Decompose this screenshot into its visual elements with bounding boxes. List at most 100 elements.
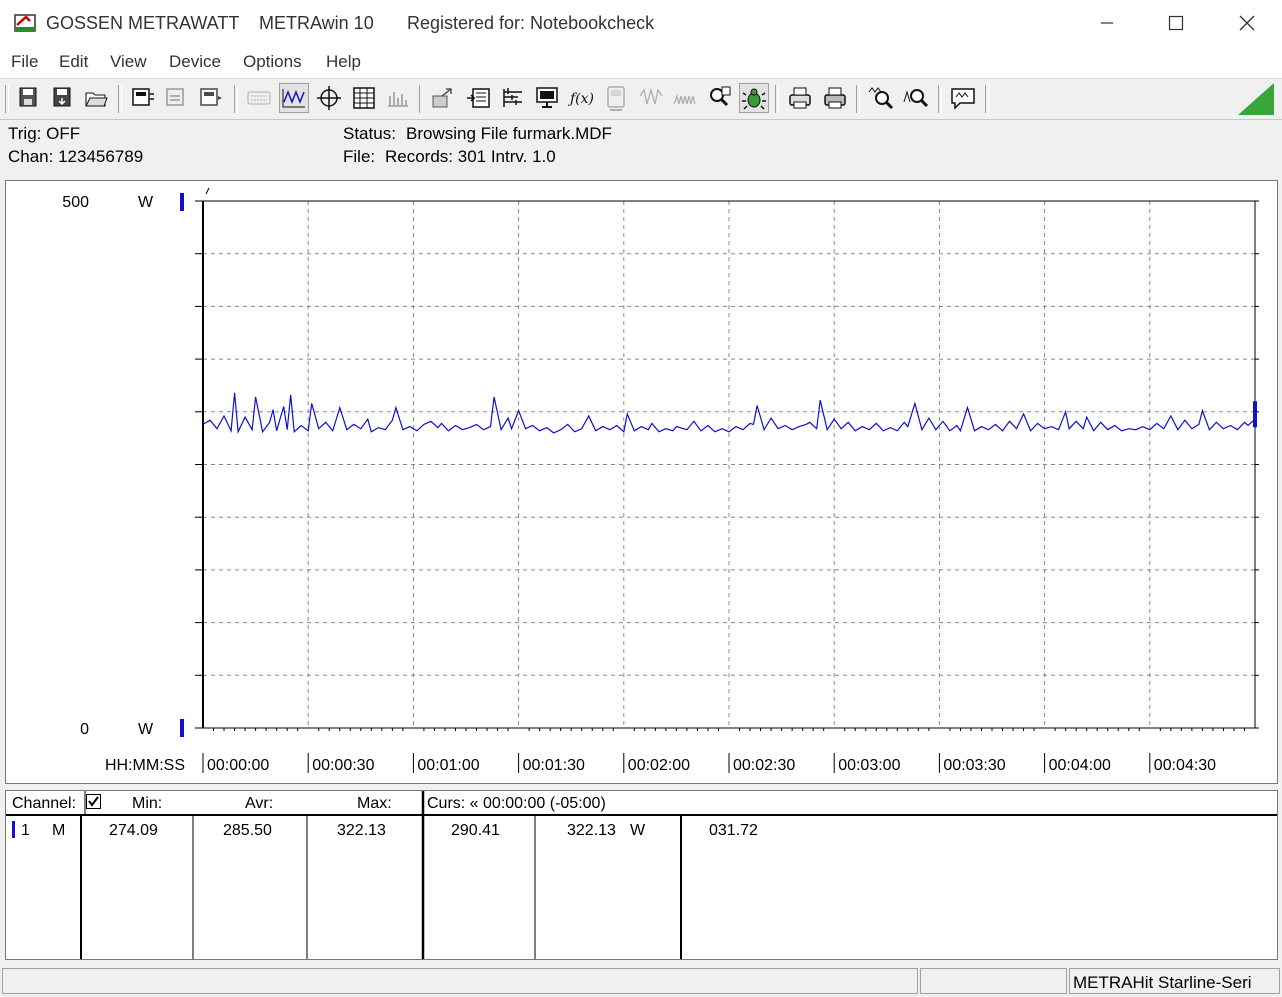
menu-bar: File Edit View Device Options Help xyxy=(0,46,1282,79)
header-cursor: Curs: « 00:00:00 (-05:00) xyxy=(427,795,606,812)
toolbar-button-device-config[interactable] xyxy=(162,83,192,113)
minimize-icon xyxy=(1101,22,1113,24)
waveform-view-icon xyxy=(282,89,305,108)
toolbar-button-bug[interactable] xyxy=(739,83,769,113)
row-unit: W xyxy=(630,822,646,839)
toolbar-button-list[interactable] xyxy=(498,83,528,113)
toolbar-button-bar-view[interactable] xyxy=(383,83,413,113)
toolbar-button-zoom-out[interactable] xyxy=(901,83,931,113)
y-max-label: 500 xyxy=(62,194,89,211)
header-max: Max: xyxy=(357,795,392,812)
svg-text:ƒ(x): ƒ(x) xyxy=(568,91,594,107)
menu-view[interactable]: View xyxy=(110,52,147,72)
signal-icon xyxy=(673,93,696,105)
y-unit-bottom: W xyxy=(138,721,154,738)
x-tick-label: 00:01:30 xyxy=(523,757,585,774)
x-tick-label: 00:00:00 xyxy=(207,757,269,774)
header-channel: Channel: xyxy=(12,795,77,812)
cursor-marker xyxy=(1253,401,1257,428)
toolbar-button-device-write[interactable] xyxy=(196,83,226,113)
x-tick-label: 00:04:30 xyxy=(1154,757,1216,774)
print-preview-icon xyxy=(789,87,811,109)
menu-device[interactable]: Device xyxy=(169,52,221,72)
bug-icon xyxy=(742,88,766,110)
toolbar-separator xyxy=(856,85,860,113)
window-title-brand: GOSSEN METRAWATT xyxy=(46,13,240,33)
toolbar-button-trigger[interactable] xyxy=(636,83,666,113)
close-button[interactable] xyxy=(1212,0,1282,46)
open-file-icon xyxy=(85,92,108,107)
device-config-icon xyxy=(166,88,184,106)
toolbar-button-device-read[interactable] xyxy=(128,83,158,113)
power-chart[interactable]: 500 0 W W HH:MM:SS 00:00:00 00:00:30 00:01:00 00… xyxy=(6,181,1277,783)
save-data-icon xyxy=(53,87,71,107)
toolbar: ƒ(x) xyxy=(0,79,1282,120)
row-avr-value: 285.50 xyxy=(223,822,272,839)
row-channel-number[interactable]: 1 xyxy=(21,822,30,840)
list-icon xyxy=(503,88,522,107)
toolbar-separator xyxy=(985,85,989,113)
zoom-in-icon xyxy=(868,87,894,110)
meter-icon xyxy=(607,86,625,111)
status-pane-device: METRAHit Starline-Seri xyxy=(1069,968,1280,994)
menu-file[interactable]: File xyxy=(11,52,38,72)
row-min-value: 274.09 xyxy=(109,822,158,839)
toolbar-button-export[interactable] xyxy=(429,83,459,113)
minimize-button[interactable] xyxy=(1072,0,1142,46)
monitor-icon xyxy=(536,87,558,108)
export-icon xyxy=(432,88,452,108)
toolbar-button-print-preview[interactable] xyxy=(785,83,815,113)
toolbar-grip xyxy=(5,85,9,113)
zoom-out-icon xyxy=(903,89,929,108)
toolbar-button-save-file[interactable] xyxy=(14,83,44,113)
toolbar-button-save-data[interactable] xyxy=(48,83,78,113)
x-tick-label: 00:00:30 xyxy=(312,757,374,774)
trigger-icon xyxy=(639,87,663,105)
toolbar-separator xyxy=(419,85,423,113)
toolbar-button-print[interactable] xyxy=(820,83,850,113)
title-bar: GOSSEN METRAWATT METRAwin 10 Registered … xyxy=(0,0,1282,46)
device-write-icon xyxy=(200,88,222,106)
y-unit-top: W xyxy=(138,194,154,211)
window-title-app: METRAwin 10 xyxy=(259,13,374,33)
app-logo-icon xyxy=(14,14,36,32)
toolbar-separator xyxy=(775,85,779,113)
toolbar-button-waveform-view[interactable] xyxy=(279,83,309,113)
menu-options[interactable]: Options xyxy=(243,52,302,72)
toolbar-button-zoom-in[interactable] xyxy=(866,83,896,113)
file-value: Records: 301 Intrv. 1.0 xyxy=(385,147,556,166)
header-min: Min: xyxy=(132,795,163,812)
toolbar-button-open-file[interactable] xyxy=(82,83,112,113)
toolbar-button-signal[interactable] xyxy=(670,83,700,113)
row-channel-mode: M xyxy=(52,822,66,839)
header-avr: Avr: xyxy=(245,795,274,812)
toolbar-button-table-view[interactable] xyxy=(349,83,379,113)
toolbar-button-formula[interactable]: ƒ(x) xyxy=(567,83,597,113)
row-max-value: 322.13 xyxy=(337,822,386,839)
status-pane-middle xyxy=(920,968,1067,994)
toolbar-separator xyxy=(234,85,238,113)
row-cursor-value-3: 031.72 xyxy=(709,822,758,839)
y-axis-top-mark xyxy=(205,187,210,195)
maximize-button[interactable] xyxy=(1141,0,1211,46)
x-tick-label: 00:04:00 xyxy=(1049,757,1111,774)
menu-help[interactable]: Help xyxy=(326,52,361,72)
chart-panel[interactable]: 500 0 W W HH:MM:SS 00:00:00 00:00:30 00:01:00 00… xyxy=(5,180,1278,784)
status-value: Browsing File furmark.MDF xyxy=(406,124,612,143)
channel-all-checkbox[interactable] xyxy=(86,794,102,815)
x-tick-label: 00:01:00 xyxy=(417,757,479,774)
toolbar-button-search[interactable] xyxy=(705,83,735,113)
row-cursor-value: 290.41 xyxy=(451,822,500,839)
x-tick-label: 00:02:00 xyxy=(628,757,690,774)
toolbar-button-import[interactable] xyxy=(464,83,494,113)
comment-icon xyxy=(951,88,975,110)
toolbar-button-crosshair-view[interactable] xyxy=(314,83,344,113)
x-tick-label: 00:03:30 xyxy=(943,757,1005,774)
toolbar-button-comment[interactable] xyxy=(948,83,978,113)
toolbar-button-meter[interactable] xyxy=(601,83,631,113)
menu-edit[interactable]: Edit xyxy=(59,52,88,72)
toolbar-button-monitor[interactable] xyxy=(532,83,562,113)
toolbar-button-keyboard[interactable] xyxy=(244,83,274,113)
channel-table: Channel: Min: Avr: Max: Curs: « 00:00:00… xyxy=(5,790,1278,960)
x-tick-label: 00:03:00 xyxy=(838,757,900,774)
